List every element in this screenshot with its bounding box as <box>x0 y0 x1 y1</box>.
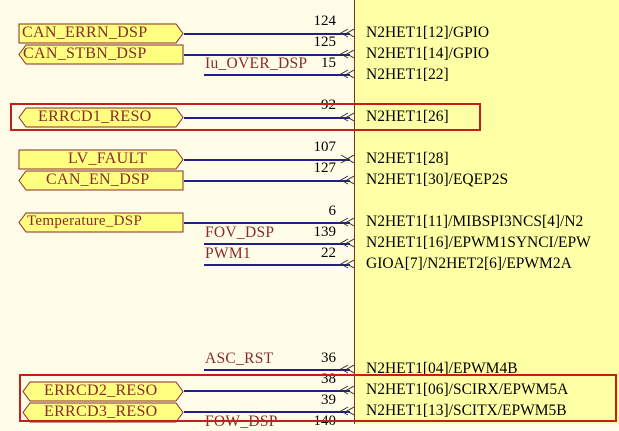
net-label-asc-rst[interactable]: ASC_RST <box>205 350 273 368</box>
pin-arrow-markers <box>339 28 354 416</box>
port-can-stbn-dsp[interactable]: CAN_STBN_DSP <box>18 44 184 65</box>
pin-name: N2HET1[22] <box>366 66 449 83</box>
pin-name: N2HET1[11]/MIBSPI3NCS[4]/N2 <box>366 213 584 230</box>
pin-name: N2HET1[30]/EQEP2S <box>366 171 509 188</box>
port-lv-fault[interactable]: LV_FAULT <box>18 149 184 170</box>
schematic-canvas[interactable]: CAN_ERRN_DSP 124 N2HET1[12]/GPIO CAN_STB… <box>0 0 619 430</box>
net-label-iu-over-dsp[interactable]: Iu_OVER_DSP <box>205 55 307 73</box>
port-label: CAN_EN_DSP <box>46 171 150 188</box>
port-label: CAN_ERRN_DSP <box>22 24 148 41</box>
highlight-box-errcd2-errcd3 <box>19 374 617 422</box>
pin-name: N2HET1[14]/GPIO <box>366 45 490 62</box>
pin-name: N2HET1[12]/GPIO <box>366 24 490 41</box>
port-can-en-dsp[interactable]: CAN_EN_DSP <box>18 170 184 191</box>
highlight-box-errcd1 <box>10 103 481 131</box>
pin-name: N2HET1[28] <box>366 150 449 167</box>
port-label: Temperature_DSP <box>27 213 143 229</box>
port-label: LV_FAULT <box>68 150 148 167</box>
pin-name: GIOA[7]/N2HET2[6]/EPWM2A <box>366 255 572 272</box>
wire[interactable] <box>184 180 350 182</box>
pin-name: N2HET1[16]/EPWM1SYNCI/EPW <box>366 234 591 251</box>
net-label-pwm1[interactable]: PWM1 <box>205 245 251 263</box>
port-temperature-dsp[interactable]: Temperature_DSP <box>18 212 184 233</box>
port-label: CAN_STBN_DSP <box>23 45 147 62</box>
port-can-errn-dsp[interactable]: CAN_ERRN_DSP <box>18 23 184 44</box>
net-label-fov-dsp[interactable]: FOV_DSP <box>205 224 274 242</box>
